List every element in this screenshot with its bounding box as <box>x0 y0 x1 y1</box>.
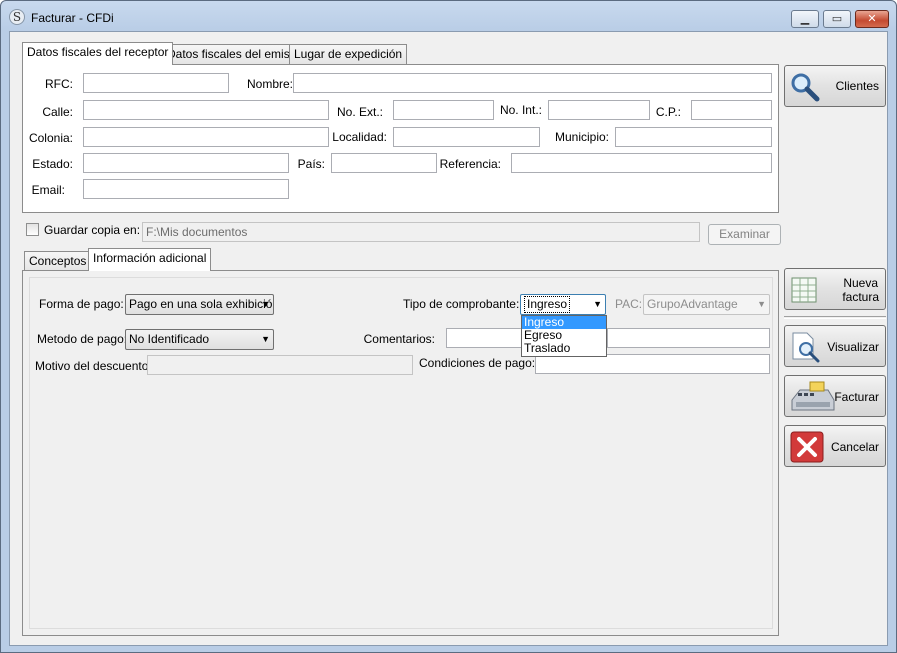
tab-datos-emisor[interactable]: Datos fiscales del emisor <box>162 44 306 65</box>
calle-label: Calle: <box>42 105 73 119</box>
cp-label: C.P.: <box>655 105 681 119</box>
tab-informacion-adicional[interactable]: Información adicional <box>88 248 212 271</box>
info-panel: Forma de pago: Pago en una sola exhibici… <box>22 270 779 636</box>
pac-value: GrupoAdvantage <box>647 297 738 311</box>
referencia-label: Referencia: <box>439 157 501 171</box>
no-int-field[interactable] <box>548 100 650 120</box>
document-preview-icon <box>792 332 820 363</box>
receptor-panel: RFC: Nombre: Calle: No. Ext.: No. Int.: … <box>22 64 779 213</box>
visualizar-button[interactable]: Visualizar <box>784 325 886 367</box>
rfc-field[interactable] <box>83 73 229 93</box>
estado-label: Estado: <box>32 157 73 171</box>
dropdown-option-traslado[interactable]: Traslado <box>522 342 606 355</box>
side-separator <box>784 316 886 319</box>
nueva-factura-line1: Nueva <box>843 276 878 290</box>
cp-field[interactable] <box>691 100 772 120</box>
visualizar-label: Visualizar <box>827 340 879 354</box>
localidad-label: Localidad: <box>332 130 387 144</box>
condiciones-pago-field[interactable] <box>535 354 770 374</box>
forma-pago-label: Forma de pago: <box>39 297 124 311</box>
maximize-button[interactable]: ▭ <box>823 10 851 28</box>
motivo-descuento-field[interactable] <box>147 355 413 375</box>
tab-lugar-expedicion[interactable]: Lugar de expedición <box>289 44 408 65</box>
tipo-comprobante-dropdown: Ingreso Egreso Traslado <box>521 315 607 357</box>
pais-label: País: <box>297 157 325 171</box>
no-ext-label: No. Ext.: <box>336 105 383 119</box>
nombre-label: Nombre: <box>246 77 293 91</box>
spreadsheet-icon <box>791 277 817 303</box>
window-title: Facturar - CFDi <box>31 11 114 25</box>
pac-label: PAC: <box>615 297 643 311</box>
tipo-comprobante-value: Ingreso <box>524 296 571 313</box>
metodo-pago-select[interactable]: No Identificado ▼ <box>125 329 274 350</box>
nueva-factura-label: Nueva factura <box>842 276 879 304</box>
calle-field[interactable] <box>83 100 329 120</box>
colonia-field[interactable] <box>83 127 329 147</box>
app-logo-icon: S <box>9 9 25 25</box>
minimize-button[interactable]: ▁ <box>791 10 819 28</box>
comentarios-label: Comentarios: <box>363 332 435 346</box>
title-bar[interactable]: S Facturar - CFDi ▁ ▭ ✕ <box>1 1 896 31</box>
localidad-field[interactable] <box>393 127 540 147</box>
red-x-icon <box>790 431 824 463</box>
chevron-down-icon: ▼ <box>757 299 766 309</box>
facturar-button[interactable]: Facturar <box>784 375 886 417</box>
no-ext-field[interactable] <box>393 100 494 120</box>
cancelar-button[interactable]: Cancelar <box>784 425 886 467</box>
tab-datos-receptor[interactable]: Datos fiscales del receptor <box>22 42 174 65</box>
tab-conceptos[interactable]: Conceptos <box>24 251 92 272</box>
comentarios-field[interactable] <box>607 328 770 348</box>
estado-field[interactable] <box>83 153 289 173</box>
chevron-down-icon: ▼ <box>261 299 270 309</box>
email-field[interactable] <box>83 179 289 199</box>
metodo-pago-label: Metodo de pago: <box>37 332 128 346</box>
examinar-button[interactable]: Examinar <box>708 224 781 245</box>
motivo-descuento-label: Motivo del descuento: <box>35 359 152 373</box>
pais-field[interactable] <box>331 153 437 173</box>
save-path-field[interactable] <box>142 222 700 242</box>
magnifier-icon <box>791 73 820 102</box>
clientes-button[interactable]: Clientes <box>784 65 886 107</box>
rfc-label: RFC: <box>45 77 73 91</box>
metodo-pago-value: No Identificado <box>129 332 210 346</box>
nueva-factura-line2: factura <box>842 290 879 304</box>
chevron-down-icon: ▼ <box>593 299 602 309</box>
email-label: Email: <box>31 183 65 197</box>
condiciones-pago-label: Condiciones de pago: <box>419 356 536 370</box>
guardar-copia-checkbox[interactable] <box>26 223 39 236</box>
client-area: Datos fiscales del receptor Datos fiscal… <box>9 31 888 646</box>
app-window: S Facturar - CFDi ▁ ▭ ✕ Datos fiscales d… <box>0 0 897 653</box>
forma-pago-select[interactable]: Pago en una sola exhibició ▼ <box>125 294 274 315</box>
chevron-down-icon: ▼ <box>261 334 270 344</box>
no-int-label: No. Int.: <box>499 103 542 117</box>
referencia-field[interactable] <box>511 153 772 173</box>
nombre-field[interactable] <box>293 73 772 93</box>
comentarios-field-left[interactable] <box>446 328 522 348</box>
cash-register-icon <box>791 381 835 411</box>
forma-pago-value: Pago en una sola exhibició <box>129 297 273 311</box>
municipio-field[interactable] <box>615 127 772 147</box>
municipio-label: Municipio: <box>554 130 609 144</box>
colonia-label: Colonia: <box>28 131 73 145</box>
cancelar-label: Cancelar <box>830 440 879 454</box>
close-button[interactable]: ✕ <box>855 10 889 28</box>
facturar-label: Facturar <box>834 390 879 404</box>
tipo-comprobante-select[interactable]: Ingreso ▼ <box>520 294 606 315</box>
nueva-factura-button[interactable]: Nueva factura <box>784 268 886 310</box>
pac-select[interactable]: GrupoAdvantage ▼ <box>643 294 770 315</box>
clientes-button-label: Clientes <box>835 79 879 93</box>
tipo-comprobante-label: Tipo de comprobante: <box>403 297 520 311</box>
guardar-copia-label: Guardar copia en: <box>44 223 141 237</box>
